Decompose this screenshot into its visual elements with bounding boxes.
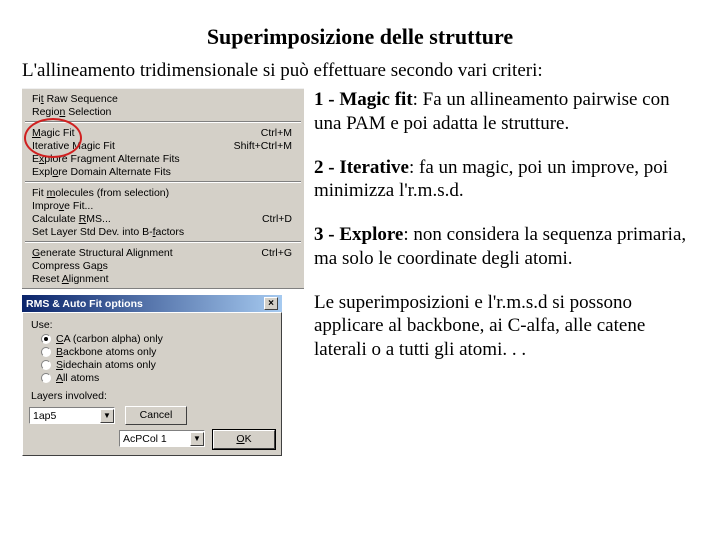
fit-menu: Fit Raw SequenceRegion Selection Magic F… — [22, 88, 304, 289]
menu-item[interactable]: Fit Raw Sequence — [22, 92, 304, 105]
chevron-down-icon[interactable]: ▼ — [100, 409, 114, 423]
description-column: 1 - Magic fit: Fa un allineamento pairwi… — [314, 88, 698, 456]
menu-item[interactable]: Explore Domain Alternate Fits — [22, 165, 304, 178]
menu-item-label: Magic Fit — [32, 127, 75, 139]
dialog-title: RMS & Auto Fit options — [26, 298, 143, 310]
combo-layer-2-value: AcPCol 1 — [123, 433, 167, 445]
ok-label-rest: K — [245, 433, 252, 445]
close-icon[interactable]: × — [264, 297, 278, 310]
menu-item-shortcut: Shift+Ctrl+M — [234, 140, 292, 152]
desc-3: 3 - Explore: non considera la sequenza p… — [314, 223, 698, 271]
chevron-down-icon[interactable]: ▼ — [190, 432, 204, 446]
desc-2-lead: 2 - Iterative — [314, 157, 409, 178]
layers-label: Layers involved: — [31, 390, 275, 402]
menu-item-label: Explore Domain Alternate Fits — [32, 166, 171, 178]
radio-option[interactable]: Sidechain atoms only — [41, 359, 275, 371]
menu-item[interactable]: Iterative Magic Fit Shift+Ctrl+M — [22, 139, 304, 152]
menu-item[interactable]: Calculate RMS... Ctrl+D — [22, 212, 304, 225]
menu-item[interactable]: Improve Fit... — [22, 199, 304, 212]
radio-label: Sidechain atoms only — [56, 359, 156, 371]
radio-icon — [41, 347, 51, 357]
menu-item-label: Iterative Magic Fit — [32, 140, 115, 152]
radio-label: Backbone atoms only — [56, 346, 156, 358]
menu-item[interactable]: Set Layer Std Dev. into B-factors — [22, 225, 304, 238]
desc-1: 1 - Magic fit: Fa un allineamento pairwi… — [314, 88, 698, 136]
radio-icon — [41, 360, 51, 370]
menu-item-label: Fit Raw Sequence — [32, 93, 118, 105]
radio-option[interactable]: Backbone atoms only — [41, 346, 275, 358]
menu-item-shortcut: Ctrl+G — [261, 247, 292, 259]
use-label: Use: — [31, 319, 275, 331]
combo-layer-1-value: 1ap5 — [33, 410, 56, 422]
desc-2: 2 - Iterative: fa un magic, poi un impro… — [314, 156, 698, 204]
menu-item-label: Explore Fragment Alternate Fits — [32, 153, 180, 165]
menu-item[interactable]: Compress Gaps — [22, 259, 304, 272]
menu-item-shortcut: Ctrl+D — [262, 213, 292, 225]
menu-item-shortcut: Ctrl+M — [261, 127, 292, 139]
menu-item[interactable]: Explore Fragment Alternate Fits — [22, 152, 304, 165]
desc-3-lead: 3 - Explore — [314, 224, 403, 245]
menu-item[interactable]: Generate Structural Alignment Ctrl+G — [22, 246, 304, 259]
menu-item[interactable]: Region Selection — [22, 105, 304, 118]
screenshot-panel: Fit Raw SequenceRegion Selection Magic F… — [22, 88, 304, 456]
menu-item-label: Region Selection — [32, 106, 111, 118]
desc-4: Le superimposizioni e l'r.m.s.d si posso… — [314, 291, 698, 362]
radio-option[interactable]: CA (carbon alpha) only — [41, 333, 275, 345]
combo-layer-1[interactable]: 1ap5 ▼ — [29, 407, 115, 424]
ok-button[interactable]: OK — [213, 430, 275, 449]
menu-item-label: Generate Structural Alignment — [32, 247, 173, 259]
menu-item-label: Improve Fit... — [32, 200, 93, 212]
menu-item-label: Set Layer Std Dev. into B-factors — [32, 226, 184, 238]
radio-option[interactable]: All atoms — [41, 372, 275, 384]
combo-layer-2[interactable]: AcPCol 1 ▼ — [119, 430, 205, 447]
menu-item-label: Compress Gaps — [32, 260, 108, 272]
radio-icon — [41, 373, 51, 383]
cancel-button[interactable]: Cancel — [125, 406, 187, 425]
page-title: Superimposizione delle strutture — [22, 24, 698, 50]
menu-item-label: Fit molecules (from selection) — [32, 187, 169, 199]
radio-label: All atoms — [56, 372, 99, 384]
rms-dialog: RMS & Auto Fit options × Use: CA (carbon… — [22, 295, 282, 456]
radio-icon — [41, 334, 51, 344]
menu-item-label: Calculate RMS... — [32, 213, 111, 225]
intro-text: L'allineamento tridimensionale si può ef… — [22, 60, 698, 82]
menu-item[interactable]: Fit molecules (from selection) — [22, 186, 304, 199]
desc-1-lead: 1 - Magic fit — [314, 89, 413, 110]
menu-item[interactable]: Magic Fit Ctrl+M — [22, 126, 304, 139]
radio-label: CA (carbon alpha) only — [56, 333, 163, 345]
menu-item-label: Reset Alignment — [32, 273, 109, 285]
menu-item[interactable]: Reset Alignment — [22, 272, 304, 285]
